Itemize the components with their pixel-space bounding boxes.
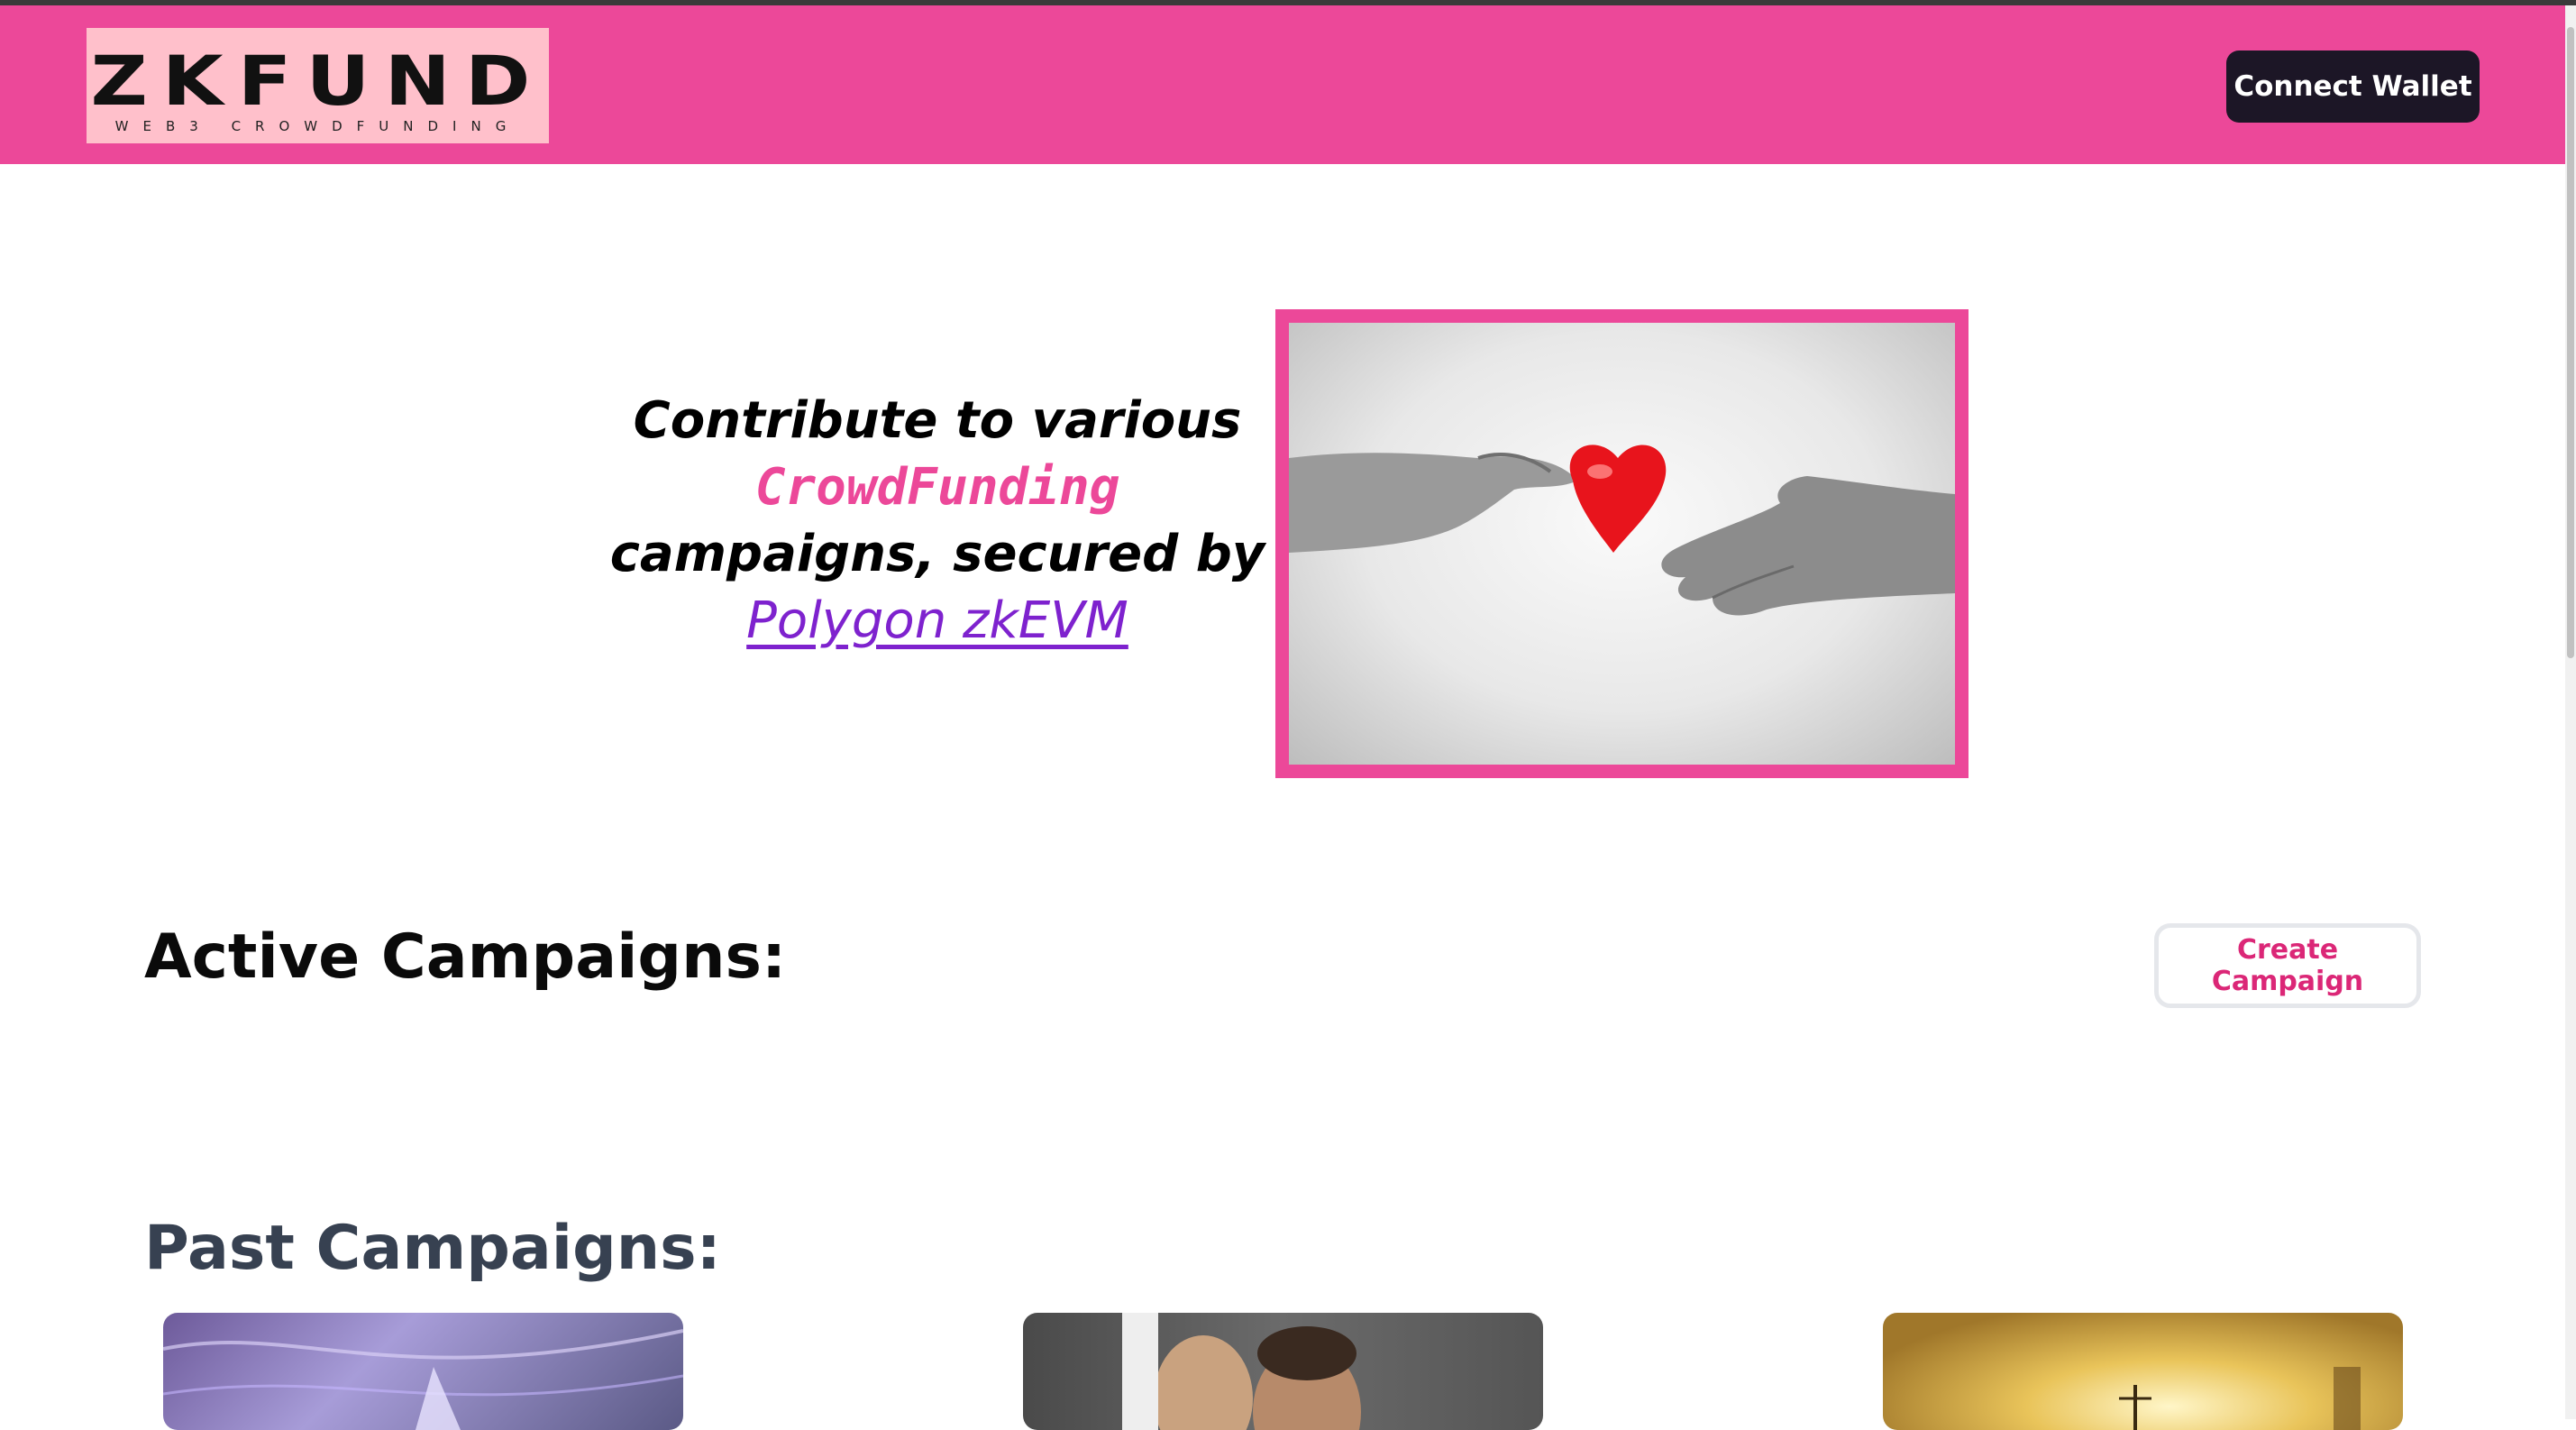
past-campaign-card-3[interactable] — [1883, 1313, 2403, 1430]
red-heart-icon — [1569, 445, 1667, 553]
past-campaigns-title: Past Campaigns: — [144, 1213, 721, 1284]
golden-light-image — [2119, 1367, 2361, 1430]
receiving-hand — [1661, 476, 1955, 616]
zkfund-logo[interactable]: ZKFUND WEB3 CROWDFUNDING — [87, 28, 549, 143]
hero-image-frame — [1275, 309, 1969, 778]
logo-tagline: WEB3 CROWDFUNDING — [114, 118, 521, 134]
hero-line-1: Contribute to various — [633, 391, 1242, 450]
giving-hand — [1289, 453, 1577, 553]
heart-handover-image — [1289, 323, 1955, 765]
scrollbar-thumb[interactable] — [2567, 27, 2574, 658]
past-campaign-card-1[interactable] — [163, 1313, 683, 1430]
hands-heart-illustration — [1289, 445, 1955, 616]
hero-headline: Contribute to various CrowdFunding campa… — [577, 388, 1298, 655]
abstract-purple-image — [163, 1329, 683, 1430]
site-header: ZKFUND WEB3 CROWDFUNDING Connect Wallet — [0, 5, 2565, 164]
connect-wallet-button[interactable]: Connect Wallet — [2226, 50, 2480, 123]
hero-line-3: campaigns, secured by — [609, 525, 1265, 583]
past-campaign-card-2[interactable] — [1023, 1313, 1543, 1430]
create-campaign-button[interactable]: Create Campaign — [2154, 923, 2421, 1008]
active-campaigns-title: Active Campaigns: — [144, 921, 787, 993]
polygon-zkevm-link[interactable]: Polygon zkEVM — [746, 591, 1128, 650]
people-photo-image — [1122, 1313, 1361, 1430]
hero-highlight: CrowdFunding — [754, 458, 1120, 517]
logo-wordmark: ZKFUND — [90, 41, 545, 121]
